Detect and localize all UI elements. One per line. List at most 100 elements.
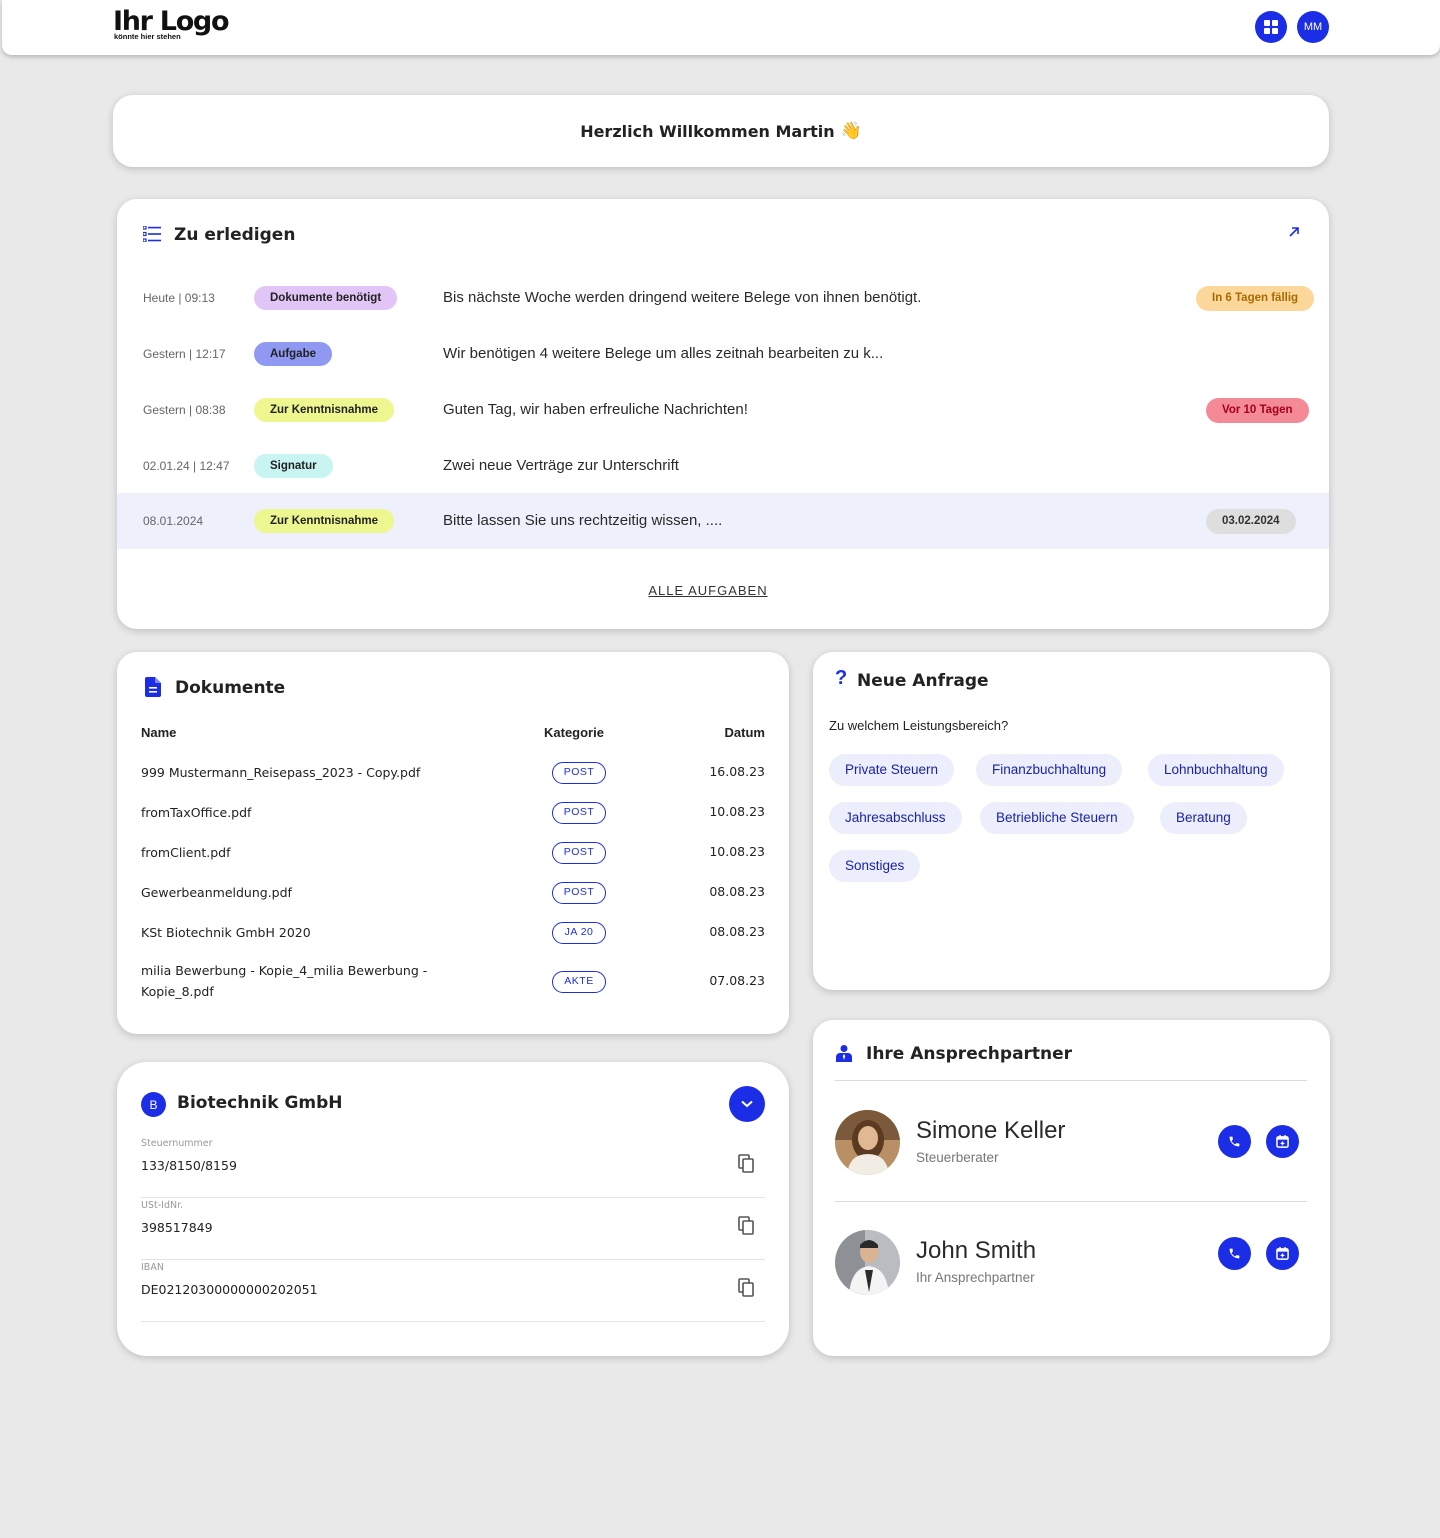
option-chip[interactable]: Private Steuern bbox=[829, 754, 955, 786]
vat-id-field: USt-IdNr. 398517849 bbox=[141, 1200, 765, 1260]
document-row[interactable]: KSt Biotechnik GmbH 2020 JA 20 08.08.23 bbox=[117, 922, 789, 962]
document-row[interactable]: fromClient.pdf POST 10.08.23 bbox=[117, 842, 789, 882]
chevron-down-icon bbox=[741, 1100, 753, 1108]
task-row[interactable]: Gestern | 08:38 Zur Kenntnisnahme Guten … bbox=[117, 382, 1329, 438]
option-chip[interactable]: Beratung bbox=[1160, 802, 1247, 834]
task-tag: Dokumente benötigt bbox=[254, 286, 398, 310]
tasks-card: Zu erledigen Heute | 09:13 Dokumente ben… bbox=[117, 199, 1329, 629]
documents-title: Dokumente bbox=[175, 678, 286, 698]
grid-icon bbox=[1264, 20, 1278, 34]
category-badge: AKTE bbox=[552, 971, 606, 993]
iban-field: IBAN DE02120300000000202051 bbox=[141, 1262, 765, 1322]
task-overdue-badge: Vor 10 Tagen bbox=[1206, 398, 1309, 423]
call-button[interactable] bbox=[1218, 1125, 1251, 1158]
option-chip[interactable]: Lohnbuchhaltung bbox=[1148, 754, 1284, 786]
company-avatar: B bbox=[141, 1092, 166, 1117]
apps-button[interactable] bbox=[1255, 11, 1287, 43]
option-chip[interactable]: Jahresabschluss bbox=[829, 802, 962, 834]
welcome-banner: Herzlich Willkommen Martin 👋 bbox=[113, 95, 1329, 167]
field-value[interactable]: 398517849 bbox=[141, 1220, 213, 1235]
contact-name: John Smith bbox=[916, 1237, 1037, 1264]
company-card: B Biotechnik GmbH Steuernummer 133/8150/… bbox=[117, 1062, 789, 1356]
schedule-button[interactable] bbox=[1266, 1125, 1299, 1158]
task-time: Gestern | 12:17 bbox=[143, 347, 226, 361]
logo[interactable]: Ihr Logo könnte hier stehen bbox=[113, 8, 230, 41]
option-chip[interactable]: Betriebliche Steuern bbox=[980, 802, 1134, 834]
arrow-up-right-icon[interactable] bbox=[1287, 225, 1301, 239]
welcome-text: Herzlich Willkommen Martin bbox=[580, 121, 835, 141]
column-header-name[interactable]: Name bbox=[141, 725, 176, 740]
option-chip[interactable]: Finanzbuchhaltung bbox=[976, 754, 1123, 786]
calendar-icon bbox=[1276, 1247, 1289, 1260]
user-avatar-button[interactable]: MM bbox=[1297, 11, 1329, 43]
task-row[interactable]: Heute | 09:13 Dokumente benötigt Bis näc… bbox=[117, 270, 1329, 326]
document-name: milia Bewerbung - Kopie_4_milia Bewerbun… bbox=[141, 963, 428, 999]
task-text: Bis nächste Woche werden dringend weiter… bbox=[443, 289, 922, 306]
top-bar: Ihr Logo könnte hier stehen MM bbox=[2, 0, 1440, 55]
copy-icon[interactable] bbox=[738, 1154, 754, 1173]
task-time: 08.01.2024 bbox=[143, 514, 204, 528]
task-tag: Zur Kenntnisnahme bbox=[254, 509, 394, 533]
field-label: USt-IdNr. bbox=[141, 1200, 184, 1211]
field-label: IBAN bbox=[141, 1262, 164, 1273]
category-badge: POST bbox=[552, 882, 606, 904]
task-tag: Zur Kenntnisnahme bbox=[254, 398, 394, 422]
contact-role: Ihr Ansprechpartner bbox=[916, 1270, 1035, 1285]
task-text: Bitte lassen Sie uns rechtzeitig wissen,… bbox=[443, 512, 723, 529]
document-name: KSt Biotechnik GmbH 2020 bbox=[141, 925, 311, 940]
document-name: fromClient.pdf bbox=[141, 845, 231, 860]
category-badge: POST bbox=[552, 842, 606, 864]
expand-button[interactable] bbox=[729, 1086, 765, 1122]
document-date: 10.08.23 bbox=[709, 844, 765, 859]
column-header-category[interactable]: Kategorie bbox=[544, 725, 604, 740]
phone-icon bbox=[1229, 1136, 1240, 1147]
question-icon: ? bbox=[835, 667, 848, 689]
contact-name: Simone Keller bbox=[916, 1117, 1066, 1144]
document-date: 08.08.23 bbox=[709, 884, 765, 899]
task-text: Zwei neue Verträge zur Unterschrift bbox=[443, 457, 679, 474]
task-tag: Aufgabe bbox=[254, 342, 332, 366]
schedule-button[interactable] bbox=[1266, 1237, 1299, 1270]
phone-icon bbox=[1229, 1248, 1240, 1259]
tax-number-field: Steuernummer 133/8150/8159 bbox=[141, 1138, 765, 1198]
task-text: Guten Tag, wir haben erfreuliche Nachric… bbox=[443, 401, 748, 418]
document-row[interactable]: Gewerbeanmeldung.pdf POST 08.08.23 bbox=[117, 882, 789, 922]
document-date: 08.08.23 bbox=[709, 924, 765, 939]
all-tasks-link[interactable]: ALLE AUFGABEN bbox=[117, 583, 1299, 598]
user-initials: MM bbox=[1303, 21, 1323, 33]
calendar-icon bbox=[1276, 1135, 1289, 1148]
category-badge: JA 20 bbox=[552, 922, 606, 944]
task-row[interactable]: 02.01.24 | 12:47 Signatur Zwei neue Vert… bbox=[117, 438, 1329, 494]
column-header-date[interactable]: Datum bbox=[725, 725, 765, 740]
divider bbox=[835, 1201, 1307, 1202]
company-name: Biotechnik GmbH bbox=[177, 1093, 343, 1113]
contacts-title: Ihre Ansprechpartner bbox=[866, 1044, 1073, 1064]
document-row[interactable]: fromTaxOffice.pdf POST 10.08.23 bbox=[117, 802, 789, 842]
copy-icon[interactable] bbox=[738, 1278, 754, 1297]
field-value[interactable]: 133/8150/8159 bbox=[141, 1158, 237, 1173]
document-name: Gewerbeanmeldung.pdf bbox=[141, 885, 292, 900]
document-name: fromTaxOffice.pdf bbox=[141, 805, 252, 820]
task-date-badge: 03.02.2024 bbox=[1206, 509, 1296, 534]
task-time: 02.01.24 | 12:47 bbox=[143, 459, 230, 473]
document-date: 07.08.23 bbox=[709, 973, 765, 988]
task-row[interactable]: 08.01.2024 Zur Kenntnisnahme Bitte lasse… bbox=[117, 493, 1329, 549]
document-icon bbox=[145, 677, 161, 697]
task-time: Gestern | 08:38 bbox=[143, 403, 226, 417]
category-badge: POST bbox=[552, 802, 606, 824]
avatar bbox=[835, 1110, 900, 1175]
field-label: Steuernummer bbox=[141, 1138, 213, 1149]
document-row[interactable]: 999 Mustermann_Reisepass_2023 - Copy.pdf… bbox=[117, 762, 789, 802]
category-badge: POST bbox=[552, 762, 606, 784]
task-tag: Signatur bbox=[254, 454, 333, 478]
documents-card: Dokumente Name Kategorie Datum 999 Muste… bbox=[117, 652, 789, 1034]
call-button[interactable] bbox=[1218, 1237, 1251, 1270]
task-row[interactable]: Gestern | 12:17 Aufgabe Wir benötigen 4 … bbox=[117, 326, 1329, 382]
contacts-card: Ihre Ansprechpartner Simone Keller Steue… bbox=[813, 1020, 1330, 1356]
copy-icon[interactable] bbox=[738, 1216, 754, 1235]
field-value[interactable]: DE02120300000000202051 bbox=[141, 1282, 318, 1297]
contact-person-icon bbox=[836, 1045, 852, 1062]
option-chip[interactable]: Sonstiges bbox=[829, 850, 921, 882]
task-due-badge: In 6 Tagen fällig bbox=[1196, 286, 1315, 311]
document-row[interactable]: milia Bewerbung - Kopie_4_milia Bewerbun… bbox=[117, 960, 789, 1006]
